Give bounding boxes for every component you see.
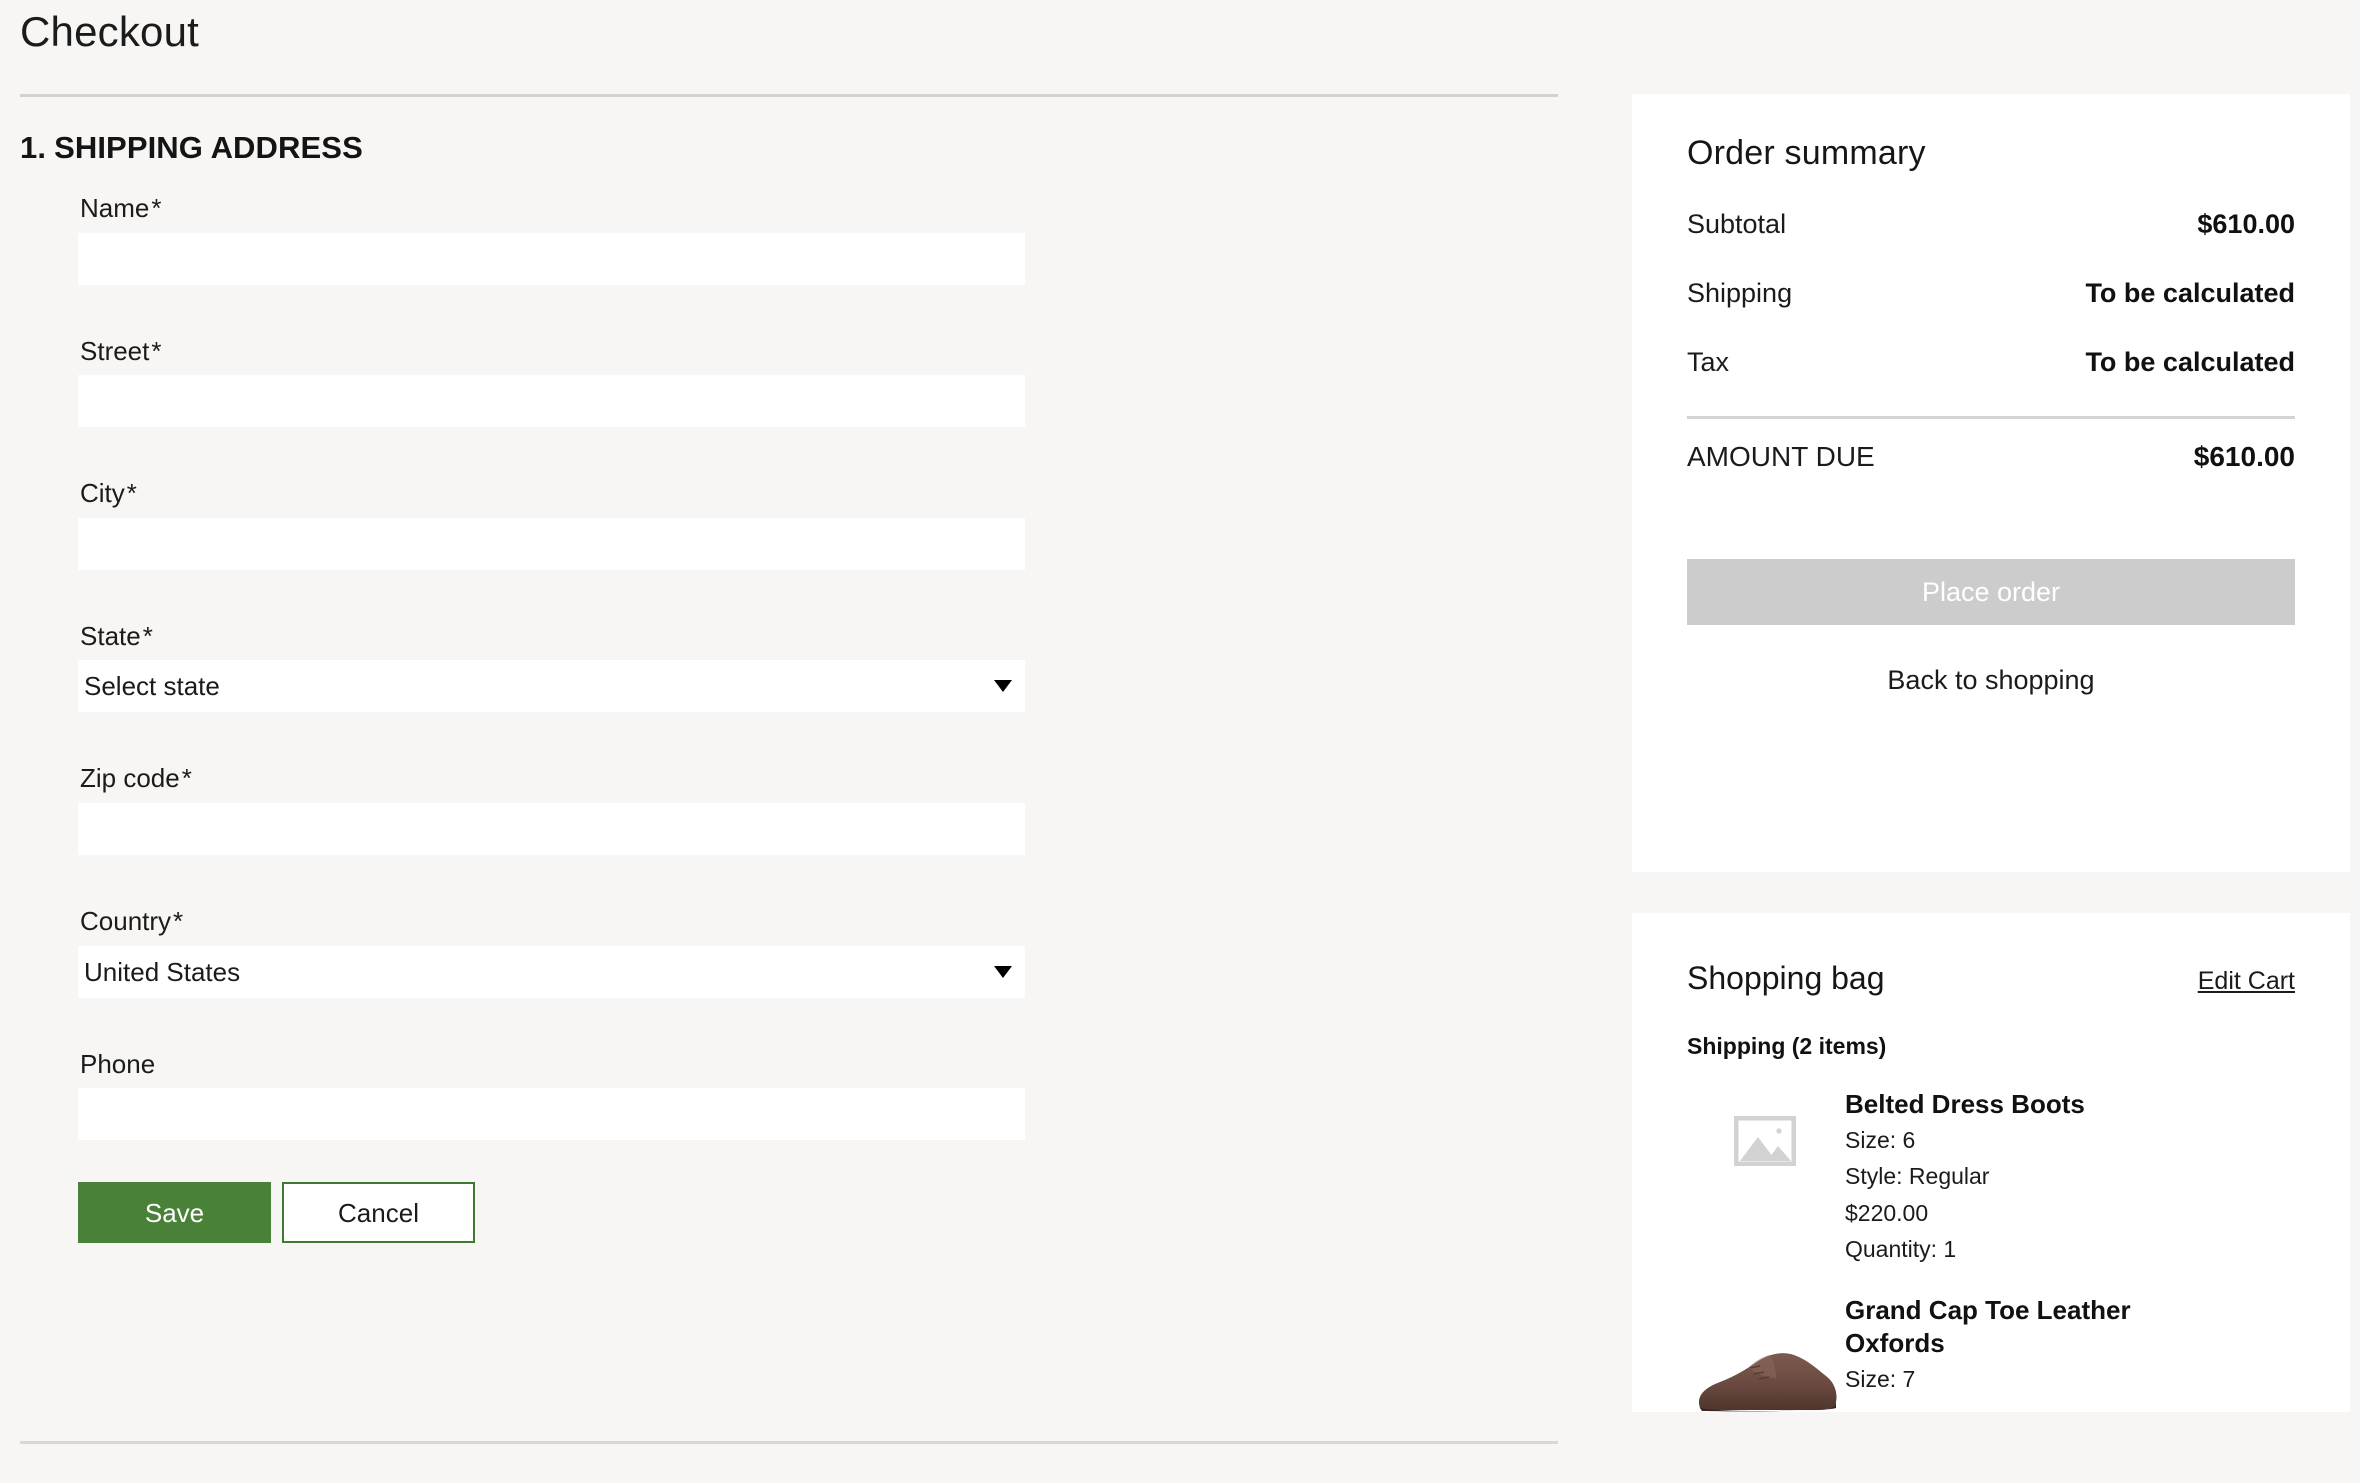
required-marker-zip: * [181, 763, 192, 794]
order-summary-title: Order summary [1687, 134, 1926, 172]
label-phone: Phone [78, 1048, 1580, 1089]
shipping-address-form: Name* Street* City* State* Select state … [0, 194, 1580, 1244]
required-marker-name: * [151, 193, 162, 223]
label-city-text: City [80, 478, 125, 509]
image-placeholder-icon [1734, 1116, 1796, 1166]
summary-row-tax: Tax To be calculated [1687, 347, 2295, 378]
summary-row-amount-due: AMOUNT DUE $610.00 [1687, 441, 2295, 473]
list-item[interactable]: Grand Cap Toe Leather Oxfords Size: 7 [1687, 1294, 2295, 1412]
summary-divider [1687, 416, 2295, 419]
shipping-address-panel: 1. SHIPPING ADDRESS Name* Street* City* … [0, 130, 1580, 1244]
item-thumbnail [1687, 1294, 1843, 1412]
list-item[interactable]: Belted Dress Boots Size: 6 Style: Regula… [1687, 1088, 2295, 1266]
label-country-text: Country [80, 905, 172, 936]
summary-label-tax: Tax [1687, 347, 1730, 377]
field-city: City* [78, 479, 1580, 570]
item-name: Belted Dress Boots [1845, 1089, 2085, 1119]
shopping-bag-header: Shopping bag Edit Cart [1687, 960, 2295, 997]
name-input[interactable] [78, 232, 1025, 285]
summary-label-amount-due: AMOUNT DUE [1687, 441, 1875, 472]
summary-row-shipping: Shipping To be calculated [1687, 278, 2295, 309]
field-country: Country* United States [78, 907, 1580, 998]
item-price: $220.00 [1845, 1199, 1929, 1226]
summary-value-subtotal: $610.00 [2197, 209, 2295, 239]
required-marker-city: * [126, 478, 137, 509]
item-name: Grand Cap Toe Leather Oxfords [1845, 1295, 2131, 1359]
state-select-value: Select state [84, 671, 220, 702]
item-size: Size: 6 [1845, 1127, 1916, 1154]
label-street: Street* [78, 335, 1580, 376]
summary-row-subtotal: Subtotal $610.00 [1687, 209, 2295, 240]
page-title: Checkout [20, 8, 200, 55]
label-street-text: Street [80, 335, 150, 366]
summary-value-tax: To be calculated [2085, 347, 2295, 377]
label-phone-text: Phone [80, 1048, 156, 1079]
oxford-shoe-photo [1698, 1353, 1837, 1412]
back-to-shopping-link[interactable]: Back to shopping [1687, 665, 2295, 696]
place-order-button[interactable]: Place order [1687, 559, 2295, 625]
order-sidebar: Order summary Subtotal $610.00 Shipping … [1632, 94, 2350, 1413]
required-marker-country: * [173, 905, 184, 936]
section-heading-label: SHIPPING ADDRESS [54, 130, 363, 165]
label-country: Country* [78, 907, 1580, 946]
required-marker-state: * [142, 620, 153, 651]
summary-value-amount-due: $610.00 [2193, 441, 2295, 472]
item-thumbnail [1687, 1088, 1843, 1266]
item-style: Style: Regular [1845, 1163, 1990, 1190]
summary-label-shipping: Shipping [1687, 278, 1793, 308]
shipping-group-label: Shipping (2 items) [1687, 1033, 1887, 1059]
shopping-bag-title: Shopping bag [1687, 960, 1885, 996]
field-phone: Phone [78, 1048, 1580, 1141]
label-name-text: Name [80, 193, 150, 223]
chevron-down-icon [994, 680, 1012, 693]
header-divider [20, 94, 1558, 97]
label-zip-code-text: Zip code [80, 763, 180, 794]
state-select[interactable]: Select state [78, 660, 1025, 713]
field-state: State* Select state [78, 620, 1580, 713]
country-select-value: United States [84, 956, 241, 987]
edit-cart-link[interactable]: Edit Cart [2198, 967, 2295, 996]
form-actions: Save Cancel [78, 1182, 1580, 1244]
step-number: 1. [20, 130, 47, 165]
phone-input[interactable] [78, 1088, 1025, 1141]
shopping-bag-card: Shopping bag Edit Cart Shipping (2 items… [1632, 913, 2350, 1413]
item-details: Belted Dress Boots Size: 6 Style: Regula… [1843, 1088, 2085, 1266]
zip-code-input[interactable] [78, 802, 1025, 855]
label-city: City* [78, 479, 1580, 518]
order-summary-card: Order summary Subtotal $610.00 Shipping … [1632, 94, 2350, 872]
country-select[interactable]: United States [78, 945, 1025, 998]
label-state: State* [78, 620, 1580, 661]
section-bottom-divider [20, 1441, 1558, 1444]
card-spacer [1632, 872, 2350, 913]
save-button[interactable]: Save [78, 1182, 271, 1244]
item-size: Size: 7 [1845, 1366, 1916, 1393]
field-street: Street* [78, 335, 1580, 428]
street-input[interactable] [78, 375, 1025, 428]
cancel-button[interactable]: Cancel [282, 1182, 475, 1244]
city-input[interactable] [78, 517, 1025, 570]
label-zip-code: Zip code* [78, 764, 1580, 803]
label-state-text: State [80, 620, 141, 651]
label-name: Name* [78, 194, 1580, 233]
field-name: Name* [78, 194, 1580, 285]
item-quantity: Quantity: 1 [1845, 1236, 1957, 1263]
checkout-page: Checkout 1. SHIPPING ADDRESS Name* Street… [0, 0, 2360, 1483]
section-heading-shipping-address: 1. SHIPPING ADDRESS [20, 130, 1580, 166]
summary-label-subtotal: Subtotal [1687, 209, 1787, 239]
item-details: Grand Cap Toe Leather Oxfords Size: 7 [1843, 1294, 2205, 1412]
field-zip-code: Zip code* [78, 764, 1580, 855]
summary-value-shipping: To be calculated [2085, 278, 2295, 308]
chevron-down-icon [994, 965, 1012, 978]
required-marker-street: * [151, 335, 162, 366]
